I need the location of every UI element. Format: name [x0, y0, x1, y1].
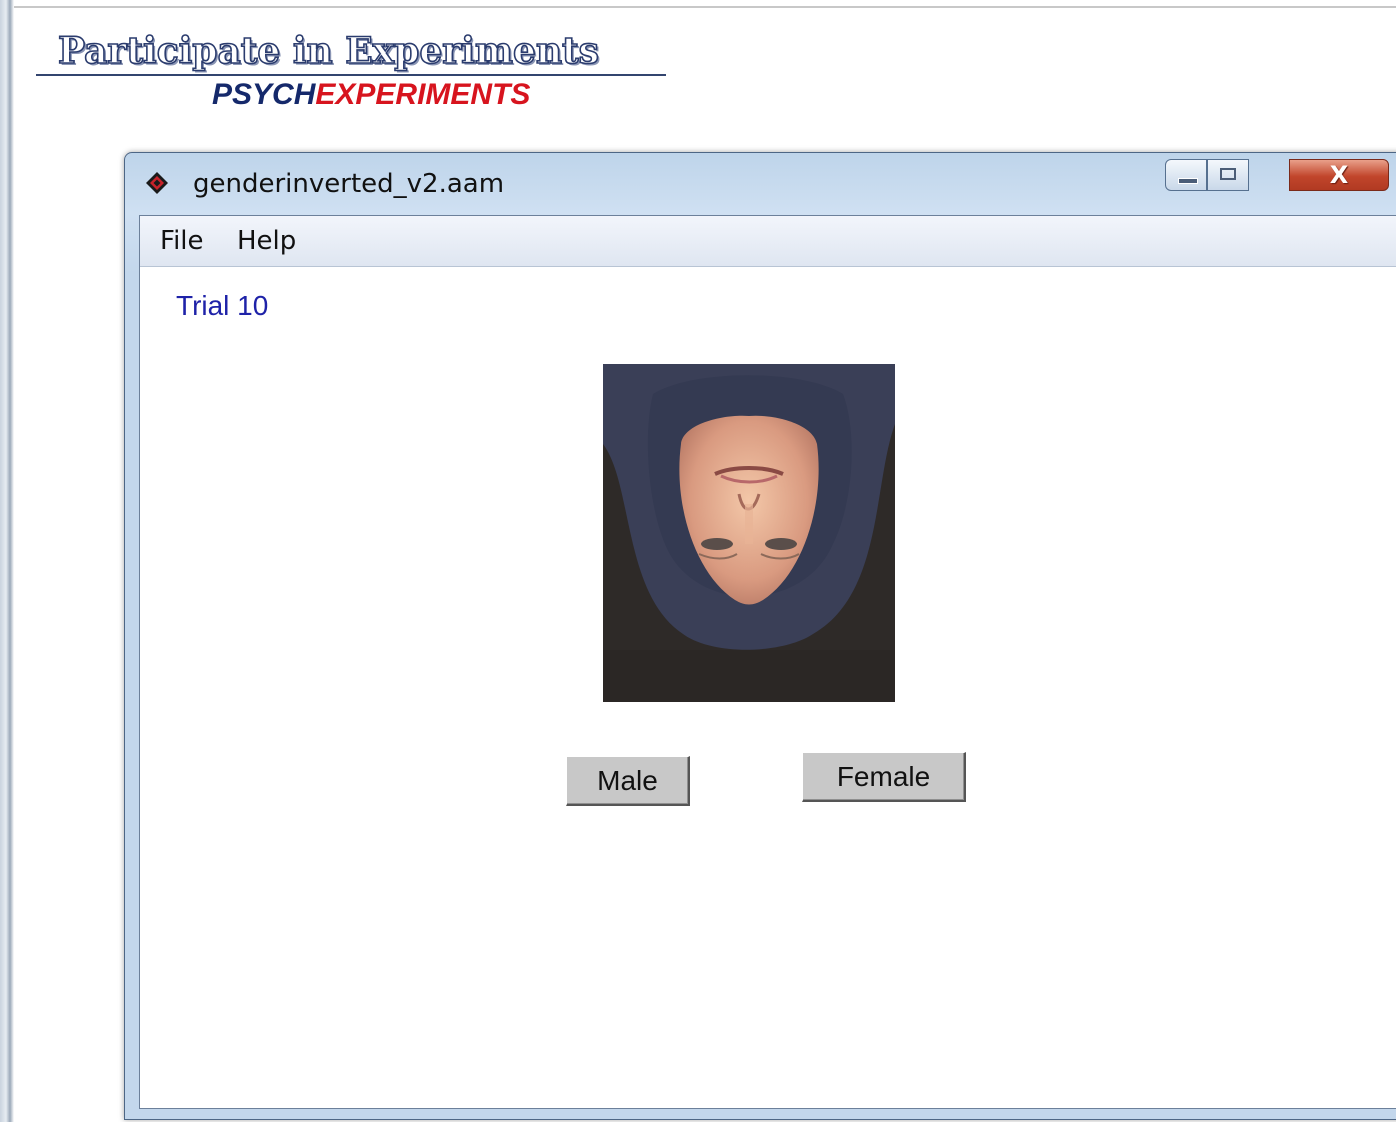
- maximize-button[interactable]: [1207, 159, 1249, 191]
- banner-subtitle-psych: PSYCH: [212, 78, 316, 111]
- minimize-button[interactable]: [1165, 159, 1207, 191]
- minimize-icon: [1178, 178, 1198, 184]
- menu-help[interactable]: Help: [237, 226, 296, 256]
- close-icon: X: [1329, 161, 1349, 189]
- banner-title: Participate in Experiments: [57, 29, 600, 73]
- banner-divider: [36, 74, 666, 76]
- menu-bar: File Help: [140, 216, 1396, 267]
- inverted-face-photo: [603, 364, 895, 702]
- banner-subtitle: PSYCHEXPERIMENTS: [212, 78, 530, 112]
- window-client-area: File Help Trial 10 Male Female: [139, 215, 1396, 1109]
- banner-subtitle-experiments: EXPERIMENTS: [315, 78, 531, 111]
- page-top-divider: [14, 6, 1396, 8]
- page-left-edge: [0, 0, 16, 1122]
- window-title: genderinverted_v2.aam: [193, 169, 505, 199]
- app-window: genderinverted_v2.aam X File Help Trial …: [124, 152, 1396, 1120]
- maximize-icon: [1220, 168, 1236, 180]
- female-button[interactable]: Female: [802, 752, 966, 802]
- close-button[interactable]: X: [1289, 159, 1389, 191]
- diamond-app-icon: [146, 172, 168, 194]
- trial-counter: Trial 10: [176, 290, 269, 321]
- male-button[interactable]: Male: [566, 756, 690, 806]
- menu-file[interactable]: File: [160, 226, 204, 256]
- window-titlebar[interactable]: genderinverted_v2.aam X: [125, 153, 1396, 213]
